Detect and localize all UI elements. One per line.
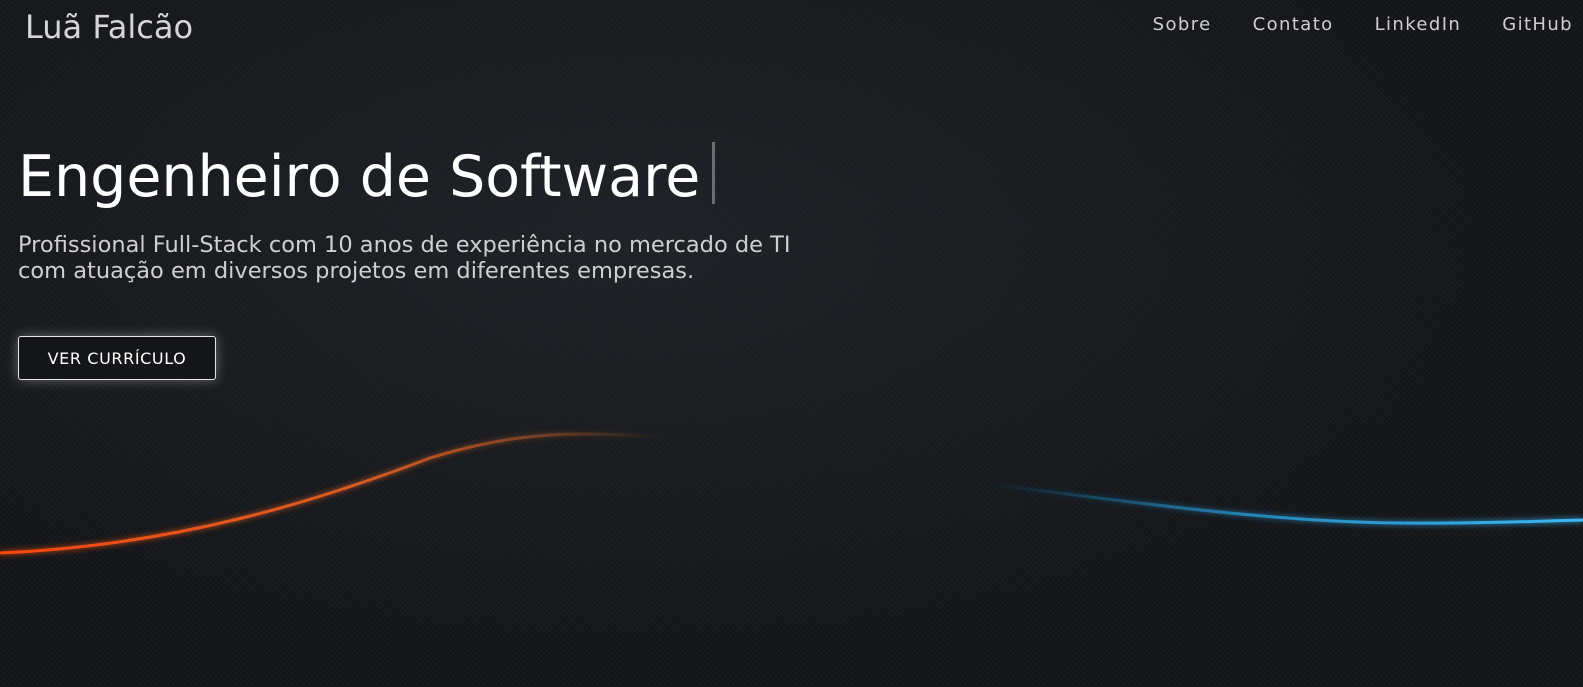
- page: Luã Falcão Sobre Contato LinkedIn GitHub…: [0, 0, 1583, 687]
- hero-subtitle: Profissional Full-Stack com 10 anos de e…: [18, 232, 791, 284]
- view-resume-button[interactable]: VER CURRÍCULO: [18, 336, 216, 380]
- hero-section: Engenheiro de Software Profissional Full…: [18, 136, 918, 284]
- top-nav: Sobre Contato LinkedIn GitHub: [1112, 14, 1573, 35]
- hero-headline-text: Engenheiro de Software: [18, 144, 701, 210]
- typing-cursor: [712, 142, 716, 204]
- orange-light-wave: [0, 432, 661, 555]
- hero-headline: Engenheiro de Software: [18, 136, 918, 218]
- nav-link-contato[interactable]: Contato: [1253, 14, 1334, 35]
- nav-link-sobre[interactable]: Sobre: [1153, 14, 1212, 35]
- nav-link-github[interactable]: GitHub: [1502, 14, 1573, 35]
- background-light-waves: [0, 432, 1583, 555]
- brand-logo-link[interactable]: Luã Falcão: [25, 8, 193, 46]
- nav-link-linkedin[interactable]: LinkedIn: [1375, 14, 1462, 35]
- blue-light-wave: [989, 482, 1583, 525]
